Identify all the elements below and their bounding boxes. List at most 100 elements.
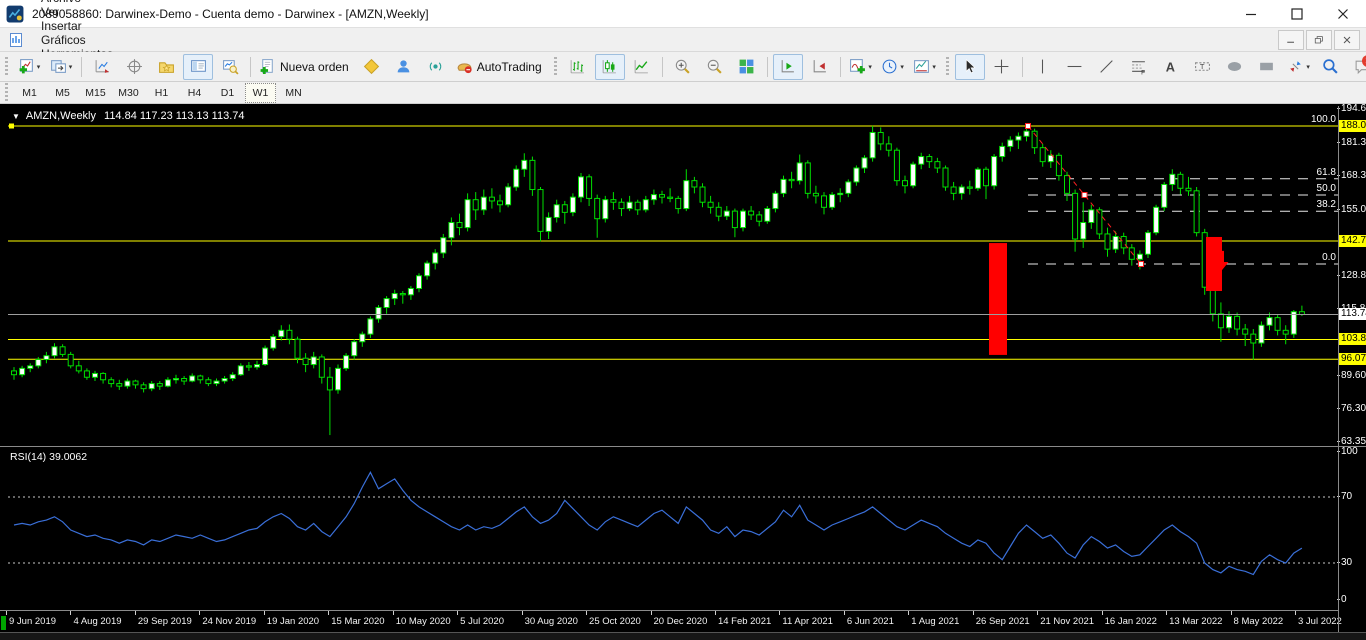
toolbar-button-line-chart[interactable] xyxy=(627,54,657,80)
date-axis-label: 25 Oct 2020 xyxy=(589,616,641,627)
timeframe-button-w1[interactable]: W1 xyxy=(245,82,276,103)
signals-icon xyxy=(427,58,444,75)
date-axis-tick xyxy=(134,611,136,615)
terminal-icon xyxy=(190,58,207,75)
menu-item-ver[interactable]: Ver xyxy=(30,5,124,19)
toolbar-button-chat[interactable]: 1 xyxy=(1348,54,1366,80)
toolbar-button-navigator[interactable] xyxy=(151,54,181,80)
date-axis-label: 1 Aug 2021 xyxy=(911,616,960,627)
toolbar-grip[interactable] xyxy=(945,56,949,77)
minimize-button[interactable] xyxy=(1228,0,1274,27)
toolbar-button-auto-scroll[interactable] xyxy=(772,53,803,80)
toolbar-button-indicators[interactable]: ▾ xyxy=(846,54,876,80)
dropdown-arrow-icon[interactable]: ▾ xyxy=(37,63,41,71)
timeframe-button-m15[interactable]: M15 xyxy=(80,83,111,103)
toolbar-button-community[interactable] xyxy=(389,54,419,80)
close-button[interactable] xyxy=(1320,0,1366,27)
date-axis-label: 4 Aug 2019 xyxy=(73,616,122,627)
menu-item-insertar[interactable]: Insertar xyxy=(30,19,124,33)
toolbar-button-hline[interactable] xyxy=(1060,54,1090,80)
rsi-axis-tick: 100 xyxy=(1337,446,1358,457)
market-watch-icon xyxy=(94,58,111,75)
date-axis-label: 3 Jul 2022 xyxy=(1298,616,1342,627)
toolbar-button-text[interactable]: A xyxy=(1156,54,1186,80)
date-axis-tick xyxy=(1037,611,1039,615)
toolbar-button-rectangle[interactable] xyxy=(1252,54,1282,80)
toolbar-button-search[interactable] xyxy=(1316,54,1346,80)
toolbar-button-new-chart[interactable]: ▾ xyxy=(14,54,44,80)
timeframe-button-d1[interactable]: D1 xyxy=(212,83,243,103)
timeframe-button-mn[interactable]: MN xyxy=(278,83,309,103)
toolbar-button-data-window[interactable] xyxy=(119,54,149,80)
toolbar-button-trendline[interactable] xyxy=(1092,54,1122,80)
toolbar-button-label[interactable]: T xyxy=(1188,54,1218,80)
toolbar-button-fibo[interactable]: F xyxy=(1124,54,1154,80)
toolbar-grip[interactable] xyxy=(5,82,8,103)
date-axis-tick xyxy=(908,611,910,615)
date-axis-tick xyxy=(843,611,845,615)
toolbar-grip[interactable] xyxy=(5,56,8,77)
toolbar-button-zoom-in[interactable] xyxy=(668,54,698,80)
date-axis-tick xyxy=(1166,611,1168,615)
toolbar-button-vline[interactable] xyxy=(1028,54,1058,80)
child-close-button[interactable] xyxy=(1334,29,1360,50)
title-bar: 2089058860: Darwinex-Demo - Cuenta demo … xyxy=(0,0,1366,28)
price-level-label: 103.89 xyxy=(1339,333,1366,346)
date-axis-label: 20 Dec 2020 xyxy=(653,616,708,627)
toolbar-button-crosshair[interactable] xyxy=(987,54,1017,80)
toolbar-button-arrows[interactable]: ▾ xyxy=(1284,54,1314,80)
symbol-label[interactable]: ▼ AMZN,Weekly 114.84 117.23 113.13 113.74 xyxy=(12,110,245,122)
toolbar-label-autotrading: AutoTrading xyxy=(476,59,542,74)
child-restore-button[interactable] xyxy=(1306,29,1332,50)
label-icon: T xyxy=(1194,58,1211,75)
candlestick-and-rsi-plot[interactable] xyxy=(0,104,1366,640)
pane-separator[interactable] xyxy=(0,446,1366,447)
toolbar-separator xyxy=(250,56,251,77)
price-axis-tick: 89.60 xyxy=(1336,369,1366,381)
price-axis-tick: 76.30 xyxy=(1336,403,1366,415)
dropdown-arrow-icon[interactable]: ▾ xyxy=(932,63,936,71)
toolbar-grip[interactable] xyxy=(553,56,557,77)
ohlc-values: 114.84 117.23 113.13 113.74 xyxy=(104,110,245,122)
date-axis-label: 13 Mar 2022 xyxy=(1169,616,1223,627)
toolbar-button-autotrading[interactable]: AutoTrading xyxy=(453,54,548,80)
toolbar-button-templates[interactable]: ▾ xyxy=(910,54,940,80)
date-axis-label: 14 Feb 2021 xyxy=(717,616,772,627)
toolbar-button-candle-chart[interactable] xyxy=(594,53,625,80)
timeframe-button-m5[interactable]: M5 xyxy=(47,83,78,103)
toolbar-button-new-order[interactable]: Nueva orden xyxy=(256,54,355,80)
timeframe-button-h1[interactable]: H1 xyxy=(146,83,177,103)
timeframe-button-m1[interactable]: M1 xyxy=(14,83,45,103)
toolbar-button-ellipse[interactable] xyxy=(1220,54,1250,80)
date-axis-tick xyxy=(6,611,7,615)
toolbar-button-metaeditor[interactable] xyxy=(357,54,387,80)
dropdown-arrow-icon[interactable]: ▾ xyxy=(1306,63,1310,71)
toolbar-button-profiles[interactable]: ▾ xyxy=(46,54,76,80)
dropdown-arrow-icon[interactable]: ▾ xyxy=(900,63,904,71)
toolbar-button-signals[interactable] xyxy=(421,54,451,80)
dropdown-arrow-icon[interactable]: ▾ xyxy=(868,63,872,71)
toolbar-button-zoom-out[interactable] xyxy=(700,54,730,80)
price-axis-tick: 181.30 xyxy=(1337,137,1366,149)
maximize-button[interactable] xyxy=(1274,0,1320,27)
chart-canvas[interactable]: 194.60181.30168.35155.05128.80115.8589.6… xyxy=(0,103,1366,640)
dropdown-arrow-icon[interactable]: ▾ xyxy=(69,63,73,71)
autotrading-icon xyxy=(456,58,473,75)
periods-icon xyxy=(881,58,898,75)
timeframe-button-h4[interactable]: H4 xyxy=(179,83,210,103)
timeframe-button-m30[interactable]: M30 xyxy=(113,83,144,103)
toolbar-button-periods[interactable]: ▾ xyxy=(878,54,908,80)
toolbar-button-chart-shift[interactable] xyxy=(805,54,835,80)
crosshair-icon xyxy=(993,58,1010,75)
child-minimize-button[interactable] xyxy=(1278,29,1304,50)
toolbar-button-tile-windows[interactable] xyxy=(732,54,762,80)
app-logo-icon xyxy=(6,5,24,23)
toolbar-button-bar-chart[interactable] xyxy=(563,54,593,80)
date-axis-label: 24 Nov 2019 xyxy=(202,616,257,627)
toolbar-button-market-watch[interactable] xyxy=(87,54,117,80)
menu-item-grficos[interactable]: Gráficos xyxy=(30,33,124,47)
toolbar-button-cursor[interactable] xyxy=(954,53,985,80)
toolbar-button-strategy-tester[interactable] xyxy=(215,54,245,80)
chevron-down-icon[interactable]: ▼ xyxy=(12,112,20,121)
toolbar-button-terminal[interactable] xyxy=(183,53,213,80)
